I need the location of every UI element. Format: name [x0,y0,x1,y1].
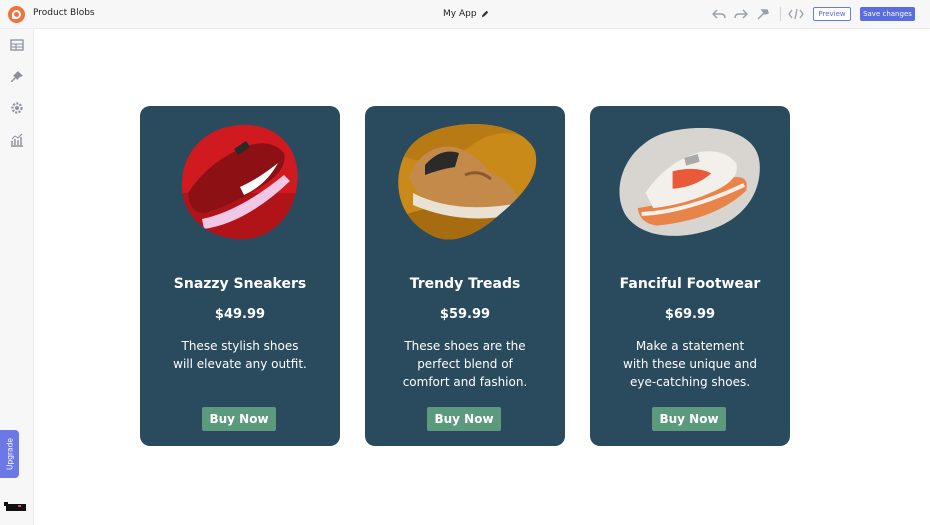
description-line: These shoes are the [404,339,526,353]
pin-icon[interactable] [10,70,24,84]
product-price: $49.99 [214,307,266,322]
app-name-label: My App [443,9,477,19]
product-title: Trendy Treads [409,276,521,292]
preview-button[interactable]: Preview [813,7,851,21]
product-image [616,123,764,243]
product-title: Fanciful Footwear [619,276,761,292]
buy-now-button[interactable]: Buy Now [652,407,726,431]
description-line: eye-catching shoes. [629,375,751,389]
code-icon[interactable] [788,8,804,20]
product-image [180,123,300,243]
app-logo [8,6,25,23]
buy-now-button[interactable]: Buy Now [202,407,276,431]
product-card: Trendy Treads $59.99 These shoes are the… [365,106,565,446]
toolbar-divider [780,7,781,21]
product-price: $59.99 [439,307,491,322]
upgrade-button[interactable]: Upgrade [0,430,19,478]
pencil-icon[interactable] [481,10,489,18]
undo-icon[interactable] [712,8,726,20]
badge-icon [4,502,26,511]
description-line: These stylish shoes [181,339,299,353]
app-title: Product Blobs [33,8,95,18]
description-line: Make a statement [635,339,745,353]
hammer-icon[interactable] [756,8,770,20]
description-line: comfort and fashion. [402,375,528,389]
table-icon[interactable] [10,38,24,52]
analytics-icon[interactable] [10,133,24,147]
sidebar: Upgrade [0,29,34,525]
gear-icon[interactable] [10,101,24,115]
product-description: Make a statement with these unique and e… [618,337,762,391]
description-line: will elevate any outfit. [173,357,307,371]
app-name[interactable]: My App [443,9,489,19]
buy-now-button[interactable]: Buy Now [427,407,501,431]
description-line: perfect blend of [417,357,513,371]
product-description: These stylish shoes will elevate any out… [168,337,312,373]
save-changes-button[interactable]: Save changes [860,7,915,21]
product-title: Snazzy Sneakers [173,276,307,292]
product-card: Snazzy Sneakers $49.99 These stylish sho… [140,106,340,446]
redo-icon[interactable] [734,8,748,20]
upgrade-label: Upgrade [5,437,14,471]
product-description: These shoes are the perfect blend of com… [393,337,537,391]
description-line: with these unique and [623,357,757,371]
product-price: $69.99 [664,307,716,322]
top-bar: Product Blobs My App Preview Save change… [0,0,930,29]
product-image [395,123,537,243]
product-card: Fanciful Footwear $69.99 Make a statemen… [590,106,790,446]
